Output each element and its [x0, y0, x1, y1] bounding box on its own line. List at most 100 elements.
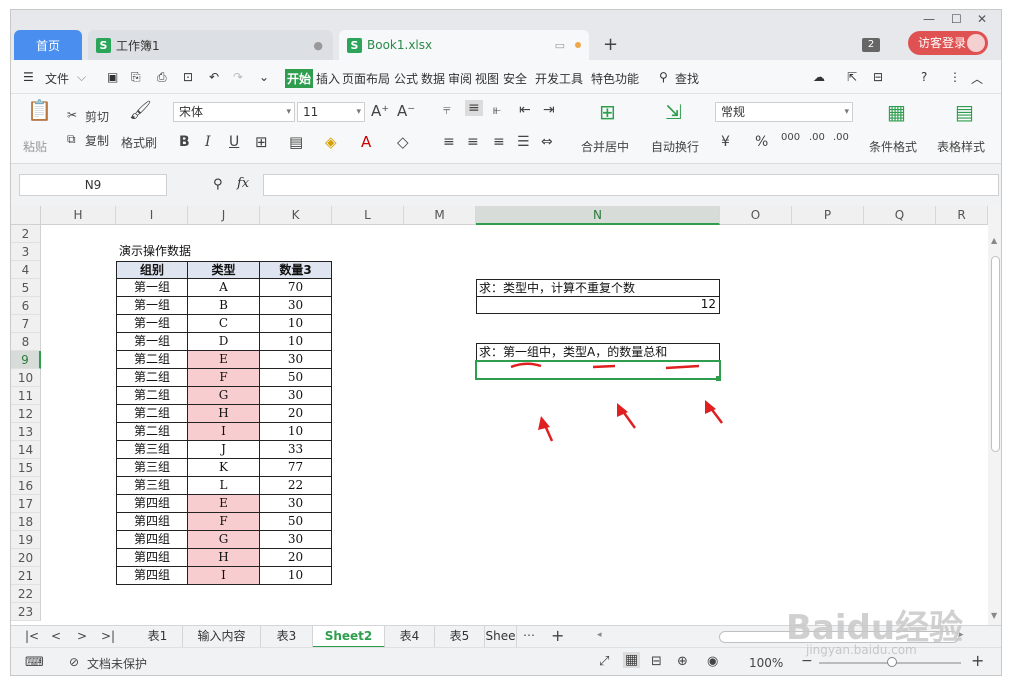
zoom-level[interactable]: 100%	[749, 656, 783, 670]
hamburger-icon[interactable]: ☰	[23, 70, 34, 84]
vertical-scrollbar[interactable]: ▲ ▼	[988, 206, 1001, 625]
zoom-slider-thumb[interactable]	[887, 657, 897, 667]
clear-format-icon[interactable]: ◇	[397, 133, 409, 151]
cell-style-icon[interactable]: ▤	[289, 133, 303, 151]
table-style-button[interactable]: 表格样式	[937, 138, 985, 155]
print-icon[interactable]: ⎙	[157, 70, 167, 85]
cloud-icon[interactable]: ☁	[813, 70, 825, 84]
layout-icon[interactable]: ⊟	[873, 70, 883, 84]
indent-icon[interactable]: ⇥	[543, 102, 555, 118]
help-icon[interactable]: ?	[921, 70, 927, 84]
window-count-badge[interactable]: 2	[862, 38, 880, 52]
macro-icon[interactable]: ⌨	[25, 655, 44, 670]
print-preview-icon[interactable]: ⊡	[183, 70, 193, 84]
eye-protect-icon[interactable]: ◉	[707, 654, 718, 669]
more-quick-icon[interactable]: ⌄	[259, 70, 269, 84]
add-sheet-icon[interactable]: +	[551, 626, 564, 645]
font-size-select[interactable]: 11 ▾	[297, 102, 365, 122]
prev-sheet-icon[interactable]: <	[51, 629, 61, 643]
normal-view-icon[interactable]: ▦	[623, 652, 641, 668]
justify-icon[interactable]: ☰	[517, 134, 530, 150]
increase-decimal-icon[interactable]: .00	[809, 132, 825, 143]
menu-view[interactable]: 视图	[475, 70, 499, 87]
format-painter-icon[interactable]: 🖌	[129, 100, 152, 121]
collapse-ribbon-icon[interactable]: ︿	[971, 70, 983, 87]
number-format-select[interactable]: 常规 ▾	[715, 102, 853, 122]
fullscreen-icon[interactable]: ⤢	[599, 654, 609, 669]
thousands-icon[interactable]: 000	[781, 132, 800, 143]
tab-home[interactable]: 首页	[14, 30, 82, 60]
align-right-icon[interactable]: ≡	[493, 134, 505, 150]
menu-review[interactable]: 审阅	[448, 70, 472, 87]
sheet-tab[interactable]: 表5	[435, 626, 485, 648]
border-icon[interactable]: ⊞	[255, 133, 268, 151]
formula-input[interactable]	[263, 174, 999, 196]
font-color-icon[interactable]: A	[361, 133, 371, 151]
font-name-select[interactable]: 宋体 ▾	[173, 102, 295, 122]
sheet-tab[interactable]: Shee	[485, 626, 517, 648]
align-middle-icon[interactable]: ≡	[465, 100, 483, 116]
menu-home[interactable]: 开始	[285, 69, 314, 88]
name-box[interactable]: N9	[19, 174, 167, 196]
percent-icon[interactable]: %	[755, 134, 768, 150]
menu-data[interactable]: 数据	[421, 70, 445, 87]
paste-button[interactable]: 粘贴	[23, 138, 47, 155]
protect-status[interactable]: 文档未保护	[87, 655, 147, 672]
search-icon[interactable]: ⚲	[659, 70, 668, 84]
zoom-formula-icon[interactable]: ⚲	[213, 177, 223, 192]
conditional-format-icon[interactable]: ▦	[887, 100, 906, 124]
distribute-icon[interactable]: ⇔	[541, 134, 553, 150]
tab-workbook1[interactable]: S 工作簿1 ●	[88, 30, 333, 60]
page-break-view-icon[interactable]: ⊕	[677, 654, 688, 669]
menu-search[interactable]: 查找	[675, 70, 699, 87]
share-icon[interactable]: ⇱	[847, 70, 857, 84]
next-sheet-icon[interactable]: >	[77, 629, 87, 643]
more-icon[interactable]: ⋮	[949, 70, 961, 84]
fx-icon[interactable]: fx	[237, 176, 249, 191]
bold-icon[interactable]: B	[179, 134, 190, 150]
align-bottom-icon[interactable]: ⫦	[493, 102, 501, 118]
underline-icon[interactable]: U	[229, 134, 239, 150]
align-top-icon[interactable]: ⫧	[443, 102, 451, 118]
scroll-down-icon[interactable]: ▼	[991, 611, 997, 620]
sheet-tab[interactable]: 输入内容	[183, 626, 261, 648]
new-tab-button[interactable]: +	[603, 34, 618, 55]
table-style-icon[interactable]: ▤	[955, 100, 974, 124]
more-sheets-icon[interactable]: ⋯	[523, 628, 535, 642]
page-layout-view-icon[interactable]: ⊟	[651, 654, 662, 669]
cut-button[interactable]: 剪切	[85, 108, 109, 125]
menu-insert[interactable]: 插入	[316, 70, 340, 87]
vertical-scroll-thumb[interactable]	[991, 256, 1000, 452]
save-icon[interactable]: ▣	[107, 70, 118, 84]
menu-page-layout[interactable]: 页面布局	[342, 70, 390, 87]
wrap-text-button[interactable]: 自动换行	[651, 138, 699, 155]
menu-security[interactable]: 安全	[503, 70, 527, 87]
decrease-font-icon[interactable]: A⁻	[397, 102, 415, 120]
format-painter-button[interactable]: 格式刷	[121, 134, 157, 151]
close-window-button[interactable]: ✕	[977, 12, 987, 26]
minimize-button[interactable]: —	[923, 12, 935, 26]
maximize-button[interactable]: ☐	[951, 12, 962, 26]
merge-icon[interactable]: ⊞	[599, 100, 616, 124]
outdent-icon[interactable]: ⇤	[519, 102, 531, 118]
menu-features[interactable]: 特色功能	[591, 70, 639, 87]
align-left-icon[interactable]: ≡	[443, 134, 455, 150]
decrease-decimal-icon[interactable]: .00	[833, 132, 849, 143]
conditional-format-button[interactable]: 条件格式	[869, 138, 917, 155]
copy-icon[interactable]: ⧉	[67, 132, 76, 147]
redo-icon[interactable]: ↷	[233, 70, 243, 84]
cut-icon[interactable]: ✂	[67, 108, 77, 122]
export-pdf-icon[interactable]: ⎘	[131, 70, 141, 85]
sheet-tab[interactable]: 表4	[385, 626, 435, 648]
close-tab-icon[interactable]: ●	[313, 39, 323, 52]
align-center-icon[interactable]: ≡	[467, 134, 479, 150]
shield-icon[interactable]: ⊘	[69, 655, 79, 669]
merge-center-button[interactable]: 合并居中	[581, 138, 629, 155]
first-sheet-icon[interactable]: |<	[25, 629, 39, 643]
zoom-in-icon[interactable]: +	[971, 651, 984, 670]
copy-button[interactable]: 复制	[85, 132, 109, 149]
menu-formula[interactable]: 公式	[394, 70, 418, 87]
chevron-down-icon[interactable]: ⌵	[77, 70, 86, 85]
tab-book1[interactable]: S Book1.xlsx ▭	[339, 30, 589, 60]
paste-icon[interactable]: 📋	[27, 98, 52, 122]
